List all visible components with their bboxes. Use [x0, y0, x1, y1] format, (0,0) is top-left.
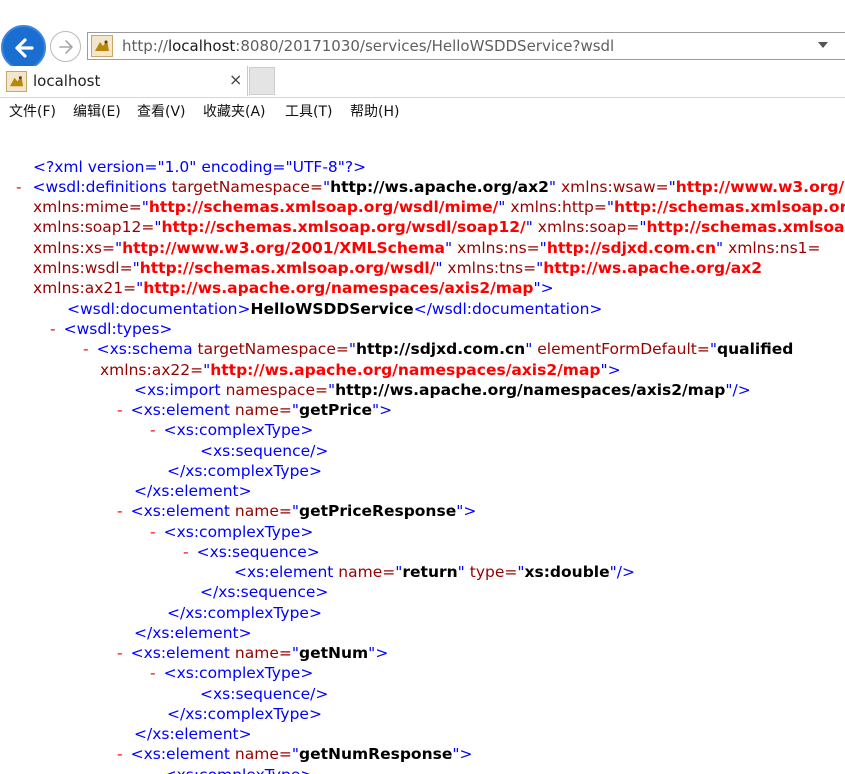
back-arrow-icon: [14, 37, 34, 58]
collapse-toggle[interactable]: -: [150, 523, 156, 541]
xml-line-sequence: - <xs:sequence>: [183, 543, 320, 561]
collapse-toggle[interactable]: -: [16, 178, 22, 196]
xml-line-element-getnum: - <xs:element name="getNum">: [117, 644, 389, 662]
new-tab-button[interactable]: [249, 67, 275, 95]
xml-line-sequence-close: </xs:sequence>: [200, 583, 329, 601]
xml-line-complextype: -<xs:complexType>: [150, 421, 314, 439]
collapse-toggle[interactable]: -: [83, 340, 89, 358]
menu-help[interactable]: 帮助(H): [350, 101, 399, 121]
xml-line-element-close: </xs:element>: [134, 624, 252, 642]
menu-file[interactable]: 文件(F): [9, 101, 56, 121]
xml-line-schema: - <xs:schema targetNamespace="http://sdjx…: [83, 340, 794, 358]
xml-line-element-getnumresponse: - <xs:element name="getNumResponse">: [117, 745, 473, 763]
xml-line-element-getpriceresponse: - <xs:element name="getPriceResponse">: [117, 502, 477, 520]
xml-line-element-return: <xs:element name="return" type="xs:doubl…: [234, 563, 635, 581]
xml-declaration: <?xml version="1.0" encoding="UTF-8"?>: [33, 158, 367, 176]
tomcat-favicon-icon: [91, 35, 113, 57]
collapse-toggle[interactable]: -: [117, 502, 123, 520]
tab-close-icon[interactable]: ×: [229, 72, 242, 88]
xml-document: <?xml version="1.0" encoding="UTF-8"?> -…: [0, 155, 845, 774]
address-bar: http://localhost:8080/20171030/services/…: [0, 25, 845, 70]
collapse-toggle[interactable]: -: [150, 766, 156, 774]
xml-line-complextype-close: </xs:complexType>: [167, 705, 322, 723]
collapse-toggle[interactable]: -: [117, 745, 123, 763]
xml-line-soap12: xmlns:soap12="http://schemas.xmlsoap.org…: [33, 218, 845, 236]
menu-favorites[interactable]: 收藏夹(A): [203, 101, 266, 121]
forward-arrow-icon: [58, 39, 73, 54]
xml-line-xs: xmlns:xs="http://www.w3.org/2001/XMLSche…: [33, 239, 821, 257]
xml-line-element-close: </xs:element>: [134, 725, 252, 743]
collapse-toggle[interactable]: -: [150, 421, 156, 439]
xml-line-complextype: -<xs:complexType>: [150, 523, 314, 541]
xml-line-sequence-empty: <xs:sequence/>: [200, 442, 329, 460]
menu-bar: 文件(F) 编辑(E) 查看(V) 收藏夹(A) 工具(T) 帮助(H): [0, 97, 845, 123]
menu-tools[interactable]: 工具(T): [285, 101, 332, 121]
xml-line-documentation: <wsdl:documentation>HelloWSDDService</ws…: [67, 300, 603, 318]
xml-line-ax21: xmlns:ax21="http://ws.apache.org/namespa…: [33, 279, 554, 297]
url-field[interactable]: http://localhost:8080/20171030/services/…: [87, 32, 845, 60]
xml-line-definitions: - <wsdl:definitions targetNamespace="htt…: [16, 178, 845, 196]
tab-title: localhost: [33, 72, 101, 90]
xml-line-ax22: xmlns:ax22="http://ws.apache.org/namespa…: [100, 361, 621, 379]
collapse-toggle[interactable]: -: [117, 401, 123, 419]
xml-line-wsdl: xmlns:wsdl="http://schemas.xmlsoap.org/w…: [33, 259, 763, 277]
xml-line-sequence-empty: <xs:sequence/>: [200, 685, 329, 703]
xml-line-import: <xs:import namespace="http://ws.apache.o…: [134, 381, 751, 399]
forward-button[interactable]: [50, 31, 81, 62]
back-button[interactable]: [1, 25, 46, 70]
xml-line-complextype: -<xs:complexType>: [150, 664, 314, 682]
url-text: http://localhost:8080/20171030/services/…: [122, 37, 615, 55]
url-dropdown-icon[interactable]: [818, 42, 828, 48]
xml-line-element-getprice: - <xs:element name="getPrice">: [117, 401, 393, 419]
menu-edit[interactable]: 编辑(E): [73, 101, 121, 121]
xml-line-complextype: -<xs:complexType>: [150, 765, 313, 774]
xml-line-element-close: </xs:element>: [134, 482, 252, 500]
xml-line-complextype-close: </xs:complexType>: [167, 604, 322, 622]
collapse-toggle[interactable]: -: [183, 543, 189, 561]
xml-line-complextype-close: </xs:complexType>: [167, 462, 322, 480]
tomcat-tab-icon: [6, 71, 27, 92]
xml-line-types: - <wsdl:types>: [50, 320, 173, 338]
menu-view[interactable]: 查看(V): [137, 101, 186, 121]
xml-line-mime: xmlns:mime="http://schemas.xmlsoap.org/w…: [33, 198, 845, 216]
collapse-toggle[interactable]: -: [50, 320, 56, 338]
collapse-toggle[interactable]: -: [150, 664, 156, 682]
tab-localhost[interactable]: localhost ×: [0, 66, 248, 96]
tab-strip: localhost ×: [0, 66, 845, 96]
collapse-toggle[interactable]: -: [117, 644, 123, 662]
